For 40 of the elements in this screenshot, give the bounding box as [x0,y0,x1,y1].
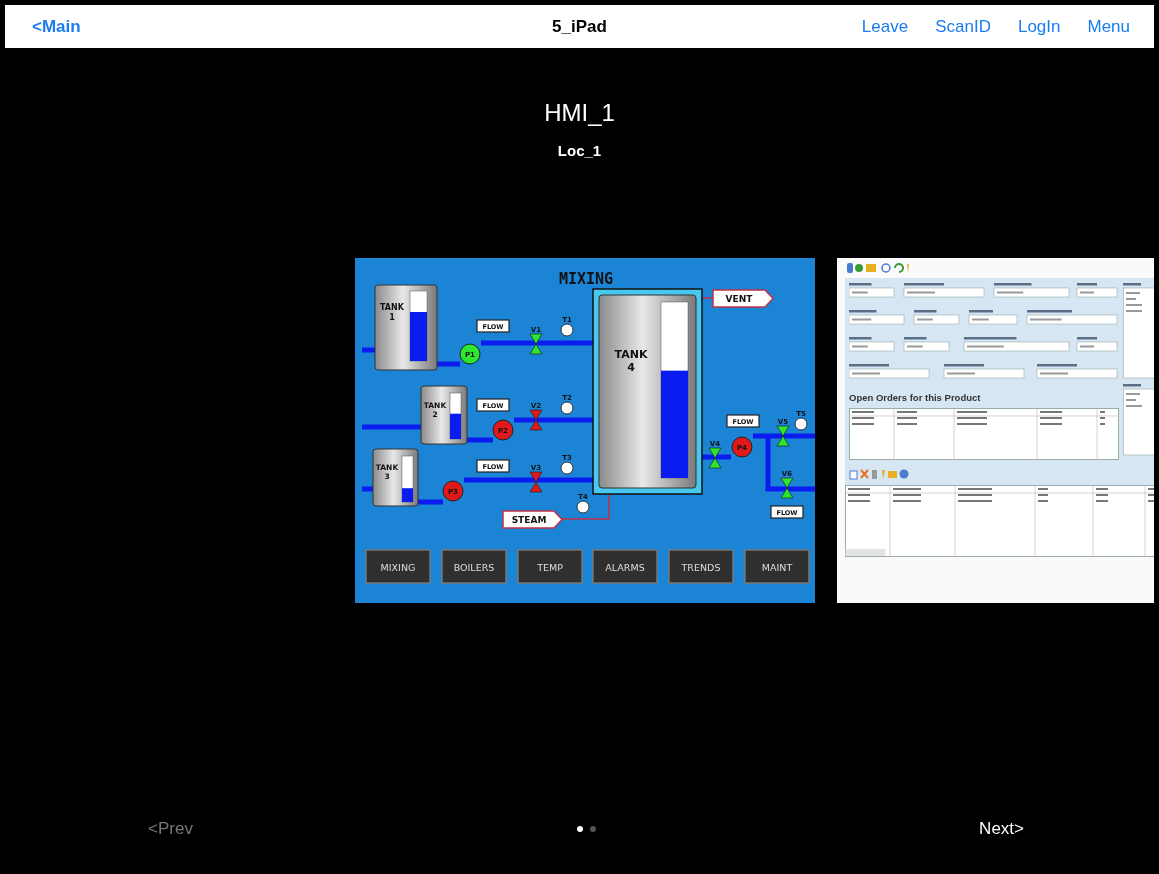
nav-button[interactable]: BOILERS [441,549,507,584]
location-label: Loc_1 [557,142,602,159]
gauge-icon [794,417,808,431]
gauge-icon [560,323,574,337]
nav-link[interactable]: Menu [1087,16,1130,37]
page-title: 5_iPad [552,16,607,37]
gauge-icon [560,461,574,475]
pipe [362,347,375,353]
valve[interactable] [529,471,543,493]
nav-button[interactable]: TEMP [517,549,583,584]
steam-tag: STEAM [502,510,564,529]
vent-tag: VENT [712,289,775,308]
vent-line [700,297,714,299]
diagram-title: MIXING [558,270,614,288]
gauge-icon [576,500,590,514]
tank-label: TANK 4 [614,348,648,375]
pipe [418,499,443,505]
section-title: Open Orders for this Product [849,392,982,403]
valve[interactable] [529,333,543,355]
screen-title: HMI_1 [544,98,615,128]
toolbar-icons-drawing [849,468,909,480]
nav-link[interactable]: Leave [861,16,909,37]
pipe [437,361,460,367]
valve[interactable] [529,409,543,431]
nav-button[interactable]: MAINT [744,549,810,584]
nav-button[interactable]: MIXING [365,549,431,584]
page-dot[interactable] [576,826,583,832]
back-link[interactable]: <Main [32,16,81,37]
tank-label: TANK 1 [380,303,404,322]
nav-button[interactable]: TRENDS [668,549,734,584]
valve[interactable] [776,425,790,447]
nav-link[interactable]: LogIn [1017,16,1061,37]
next-link[interactable]: Next> [979,819,1024,839]
valve[interactable] [708,447,722,469]
nav-button[interactable]: ALARMS [592,549,658,584]
pipe [467,437,493,443]
gauge-icon [560,401,574,415]
page-dot[interactable] [589,826,596,832]
nav-link[interactable]: ScanID [935,16,991,37]
valve[interactable] [780,477,794,499]
